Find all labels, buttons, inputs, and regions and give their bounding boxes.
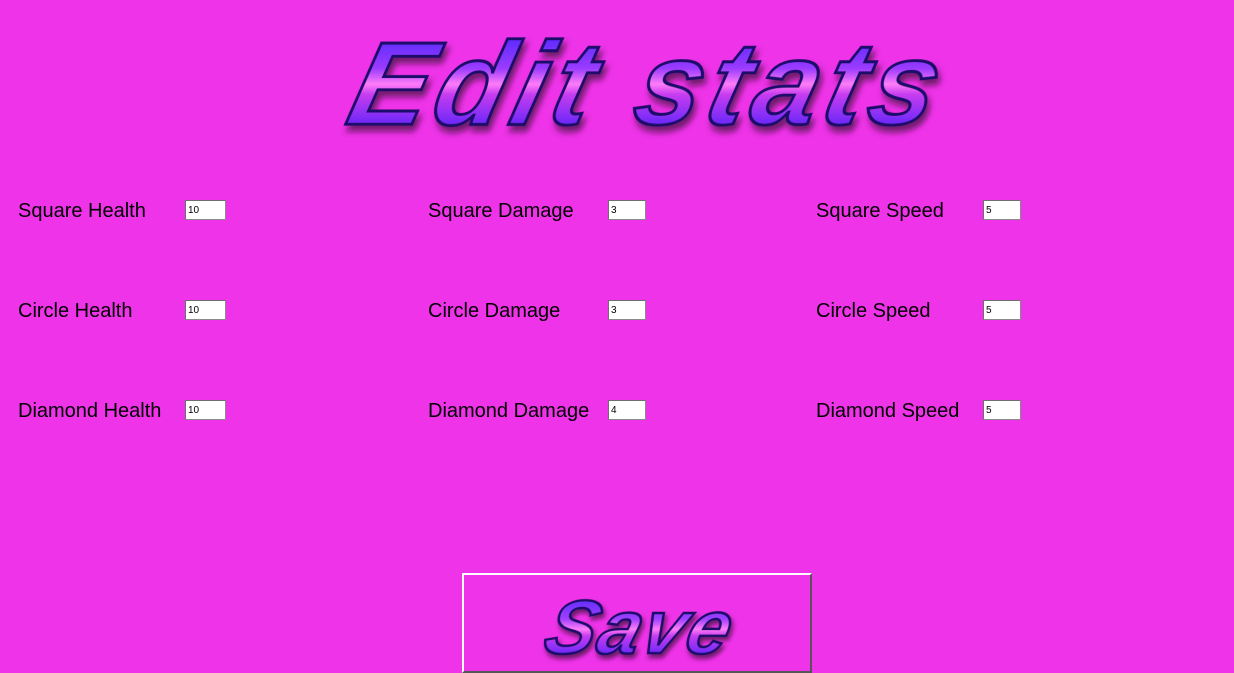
square-speed-label: Square Speed — [816, 200, 944, 222]
save-button-label: Save — [535, 584, 747, 671]
save-text: Save — [536, 585, 746, 669]
diamond-speed-input[interactable] — [983, 400, 1021, 420]
square-speed-input[interactable] — [983, 200, 1021, 220]
square-damage-label: Square Damage — [428, 200, 574, 222]
diamond-health-label: Diamond Health — [18, 400, 162, 422]
circle-damage-label: Circle Damage — [428, 300, 561, 322]
square-health-input[interactable] — [185, 200, 226, 220]
square-health-label: Square Health — [18, 200, 146, 222]
circle-speed-label: Circle Speed — [816, 300, 931, 322]
diamond-speed-label: Diamond Speed — [816, 400, 960, 422]
page-title: Edit stats — [322, 16, 958, 156]
title-text: Edit stats — [337, 19, 958, 150]
save-button[interactable]: Save — [462, 573, 812, 673]
diamond-damage-label: Diamond Damage — [428, 400, 590, 422]
circle-speed-input[interactable] — [983, 300, 1021, 320]
square-damage-input[interactable] — [608, 200, 646, 220]
circle-health-input[interactable] — [185, 300, 226, 320]
circle-health-label: Circle Health — [18, 300, 133, 322]
circle-damage-input[interactable] — [608, 300, 646, 320]
diamond-damage-input[interactable] — [608, 400, 646, 420]
diamond-health-input[interactable] — [185, 400, 226, 420]
